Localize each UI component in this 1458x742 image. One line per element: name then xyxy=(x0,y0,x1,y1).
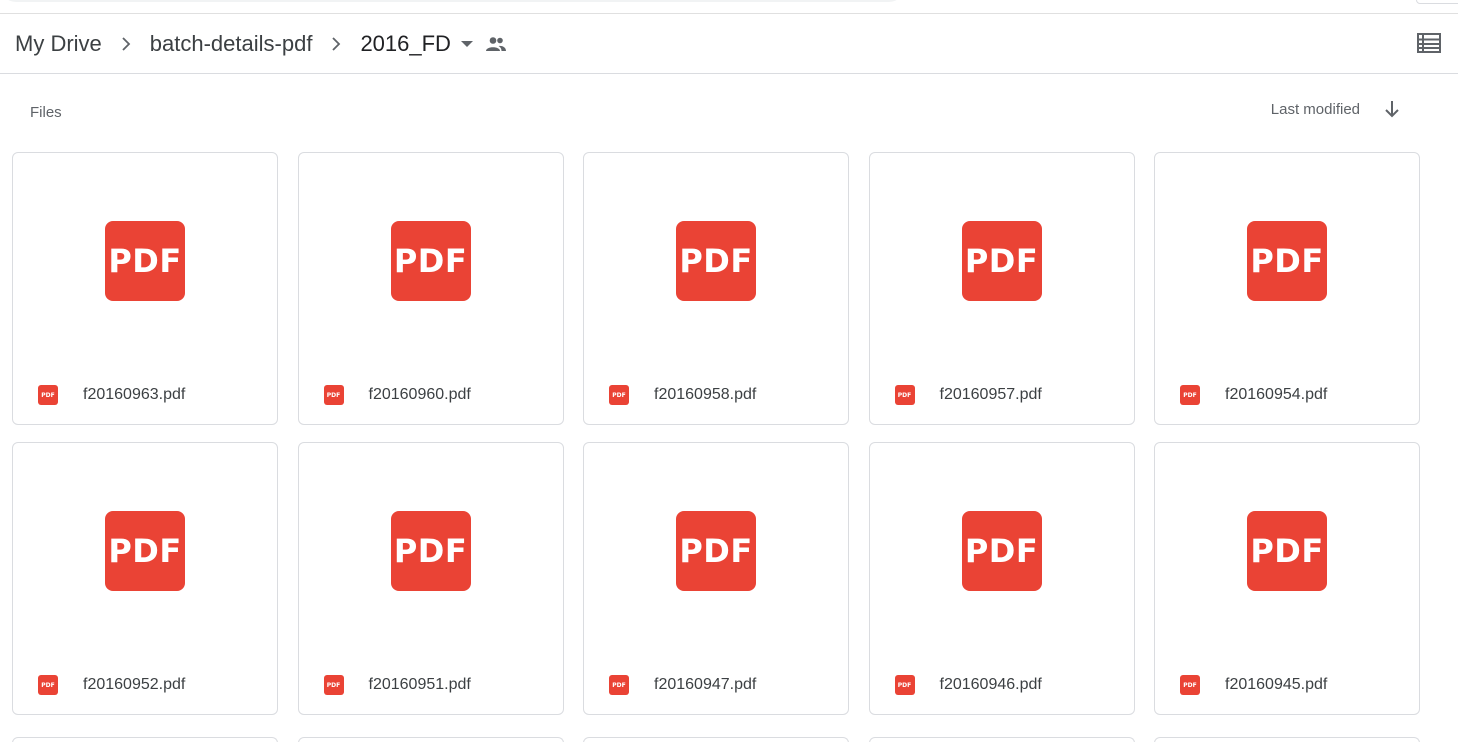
file-card[interactable]: PDF PDF f20160947.pdf xyxy=(583,442,849,715)
file-grid: PDF PDF f20160963.pdf PDF PDF f20160960.… xyxy=(12,152,1422,715)
file-name: f20160945.pdf xyxy=(1225,676,1328,693)
next-row-partial xyxy=(12,737,1422,742)
file-card[interactable]: PDF PDF f20160945.pdf xyxy=(1154,442,1420,715)
file-card[interactable]: PDF PDF f20160958.pdf xyxy=(583,152,849,425)
file-thumbnail: PDF xyxy=(1155,153,1419,368)
sort-by-button[interactable]: Last modified xyxy=(1271,101,1360,118)
breadcrumb-my-drive[interactable]: My Drive xyxy=(11,31,106,57)
file-card[interactable]: PDF PDF f20160957.pdf xyxy=(868,152,1135,425)
file-card[interactable]: PDF PDF f20160951.pdf xyxy=(297,442,564,715)
pdf-file-icon: PDF xyxy=(1180,385,1200,405)
file-thumbnail: PDF xyxy=(13,443,277,658)
pdf-file-icon: PDF xyxy=(38,675,58,695)
file-card-footer: PDF f20160963.pdf xyxy=(13,366,277,424)
sort-control: Last modified xyxy=(1271,100,1400,118)
file-name: f20160952.pdf xyxy=(83,676,186,693)
pdf-thumbnail-icon: PDF xyxy=(961,510,1042,591)
pdf-file-icon: PDF xyxy=(609,675,629,695)
file-card-footer: PDF f20160954.pdf xyxy=(1155,366,1419,424)
pdf-thumbnail-icon: PDF xyxy=(105,510,185,591)
file-name: f20160954.pdf xyxy=(1225,386,1328,403)
file-card-footer: PDF f20160951.pdf xyxy=(299,656,563,714)
file-name: f20160960.pdf xyxy=(368,386,471,403)
file-card[interactable]: PDF PDF f20160960.pdf xyxy=(297,152,564,425)
pdf-file-icon: PDF xyxy=(38,385,58,405)
pdf-thumbnail-icon: PDF xyxy=(390,220,471,301)
file-name: f20160963.pdf xyxy=(83,386,186,403)
arrow-down-icon[interactable] xyxy=(1384,100,1400,118)
file-card-footer: PDF f20160957.pdf xyxy=(870,366,1134,424)
file-name: f20160951.pdf xyxy=(368,676,471,693)
pdf-file-icon: PDF xyxy=(323,385,344,405)
pdf-file-icon: PDF xyxy=(894,675,915,695)
pdf-thumbnail-icon: PDF xyxy=(1247,510,1327,591)
file-card-footer: PDF f20160947.pdf xyxy=(584,656,848,714)
file-name: f20160947.pdf xyxy=(654,676,757,693)
file-card[interactable] xyxy=(12,737,278,742)
pdf-file-icon: PDF xyxy=(1180,675,1200,695)
chevron-right-icon xyxy=(316,36,356,51)
search-bar[interactable] xyxy=(0,0,905,2)
file-thumbnail: PDF xyxy=(299,153,563,368)
pdf-file-icon: PDF xyxy=(323,675,344,695)
pdf-file-icon: PDF xyxy=(894,385,915,405)
file-thumbnail: PDF xyxy=(1155,443,1419,658)
shared-people-icon[interactable] xyxy=(485,36,507,52)
pdf-thumbnail-icon: PDF xyxy=(676,220,756,301)
file-card-footer: PDF f20160952.pdf xyxy=(13,656,277,714)
file-card[interactable]: PDF PDF f20160954.pdf xyxy=(1154,152,1420,425)
pdf-thumbnail-icon: PDF xyxy=(1247,220,1327,301)
drive-folder-page: My Drive batch-details-pdf 2016_FD Files… xyxy=(0,0,1458,742)
pdf-thumbnail-icon: PDF xyxy=(105,220,185,301)
file-card[interactable] xyxy=(1154,737,1420,742)
file-card-footer: PDF f20160945.pdf xyxy=(1155,656,1419,714)
file-thumbnail: PDF xyxy=(299,443,563,658)
pdf-thumbnail-icon: PDF xyxy=(961,220,1042,301)
file-name: f20160958.pdf xyxy=(654,386,757,403)
caret-down-icon[interactable] xyxy=(460,40,473,48)
file-card[interactable] xyxy=(583,737,849,742)
file-card-footer: PDF f20160946.pdf xyxy=(870,656,1134,714)
breadcrumb-current-folder[interactable]: 2016_FD xyxy=(356,31,455,57)
file-thumbnail: PDF xyxy=(870,443,1134,658)
pdf-file-icon: PDF xyxy=(609,385,629,405)
file-thumbnail: PDF xyxy=(870,153,1134,368)
file-thumbnail: PDF xyxy=(584,153,848,368)
list-view-icon[interactable] xyxy=(1416,31,1442,55)
pdf-thumbnail-icon: PDF xyxy=(676,510,756,591)
file-thumbnail: PDF xyxy=(13,153,277,368)
top-toolbar-button[interactable] xyxy=(1416,0,1458,4)
file-card[interactable]: PDF PDF f20160952.pdf xyxy=(12,442,278,715)
file-card[interactable]: PDF PDF f20160946.pdf xyxy=(868,442,1135,715)
file-name: f20160957.pdf xyxy=(939,386,1042,403)
breadcrumb: My Drive batch-details-pdf 2016_FD xyxy=(0,14,1458,74)
file-card[interactable] xyxy=(868,737,1135,742)
file-thumbnail: PDF xyxy=(584,443,848,658)
file-card[interactable]: PDF PDF f20160963.pdf xyxy=(12,152,278,425)
file-card[interactable] xyxy=(297,737,564,742)
chevron-right-icon xyxy=(106,36,146,51)
file-card-footer: PDF f20160960.pdf xyxy=(299,366,563,424)
files-section-label: Files xyxy=(30,104,62,121)
pdf-thumbnail-icon: PDF xyxy=(390,510,471,591)
file-name: f20160946.pdf xyxy=(939,676,1042,693)
file-card-footer: PDF f20160958.pdf xyxy=(584,366,848,424)
breadcrumb-batch-details-pdf[interactable]: batch-details-pdf xyxy=(146,31,317,57)
